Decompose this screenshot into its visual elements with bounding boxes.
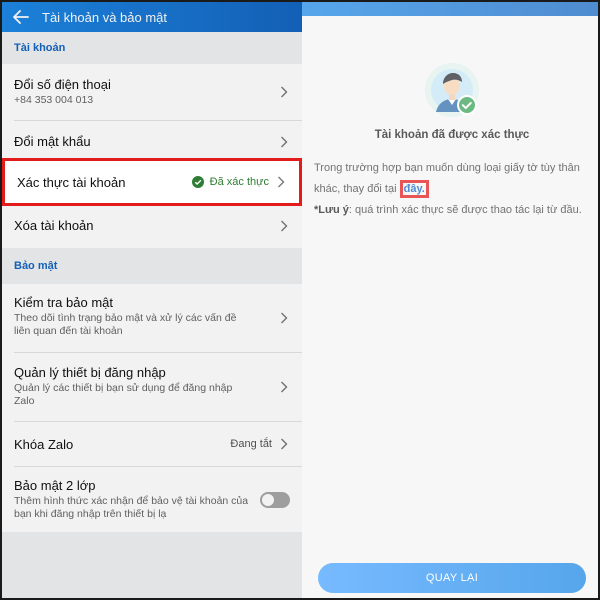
row-label: Đổi mật khẩu [14, 134, 91, 149]
chevron-right-icon [281, 220, 288, 232]
row-change-phone[interactable]: Đổi số điện thoại +84 353 004 013 [2, 64, 302, 120]
screenshot-frame: Tài khoản và bảo mật Tài khoản Đổi số đi… [0, 0, 600, 600]
section-header-security: Bảo mật [2, 248, 302, 284]
top-bar-strip [302, 2, 598, 16]
row-delete-account[interactable]: Xóa tài khoản [2, 206, 302, 246]
chevron-right-icon [278, 176, 285, 188]
row-lock-zalo[interactable]: Khóa Zalo Đang tắt [2, 422, 302, 466]
lock-status: Đang tắt [230, 438, 272, 450]
row-change-password[interactable]: Đổi mật khẩu [2, 121, 302, 162]
top-bar: Tài khoản và bảo mật [2, 2, 302, 32]
row-label: Bảo mật 2 lớp [14, 478, 96, 493]
row-sub: Thêm hình thức xác nhận để bảo vệ tài kh… [14, 495, 249, 520]
verified-title: Tài khoản đã được xác thực [374, 129, 530, 141]
chevron-right-icon [281, 381, 288, 393]
note-text: : quá trình xác thực sẽ được thao tác lạ… [348, 204, 582, 216]
two-factor-toggle[interactable] [260, 492, 290, 508]
row-label: Đổi số điện thoại [14, 77, 111, 92]
row-verify-account[interactable]: Xác thực tài khoản Đã xác thực [2, 158, 302, 206]
chevron-right-icon [281, 136, 288, 147]
verified-status: Đã xác thực [191, 176, 269, 188]
row-two-factor[interactable]: Bảo mật 2 lớp Thêm hình thức xác nhận để… [2, 467, 302, 533]
verification-info: Trong trường hợp bạn muốn dùng loại giấy… [314, 158, 594, 221]
row-label: Xóa tài khoản [14, 218, 94, 233]
row-sub: +84 353 004 013 [14, 94, 94, 106]
section-header-account: Tài khoản [2, 32, 302, 64]
back-button[interactable]: QUAY LẠI [318, 563, 586, 593]
check-circle-icon [191, 176, 204, 188]
info-text: Trong trường hợp bạn muốn dùng loại giấy… [314, 162, 580, 195]
row-security-check[interactable]: Kiểm tra bảo mật Theo dõi tình trạng bảo… [2, 284, 302, 352]
chevron-right-icon [281, 438, 288, 450]
verified-panel: Tài khoản đã được xác thực Trong trường … [302, 2, 598, 598]
row-sub: Quản lý các thiết bị bạn sử dụng để đăng… [14, 382, 233, 407]
panel-background [2, 532, 302, 598]
toggle-knob [262, 494, 274, 506]
note-label: *Lưu ý [314, 204, 349, 216]
row-label: Quản lý thiết bị đăng nhập [14, 365, 166, 380]
chevron-right-icon [281, 312, 288, 324]
chevron-right-icon [281, 86, 288, 98]
row-device-management[interactable]: Quản lý thiết bị đăng nhập Quản lý các t… [2, 353, 302, 421]
user-avatar-icon [424, 62, 480, 118]
row-label: Kiểm tra bảo mật [14, 295, 113, 310]
row-sub: Theo dõi tình trạng bảo mật và xử lý các… [14, 312, 237, 337]
settings-panel: Tài khoản và bảo mật Tài khoản Đổi số đi… [2, 2, 302, 598]
back-arrow-icon[interactable] [10, 6, 32, 28]
status-text: Đã xác thực [209, 176, 269, 188]
change-document-link[interactable]: đây. [399, 180, 429, 198]
page-title: Tài khoản và bảo mật [42, 9, 168, 25]
